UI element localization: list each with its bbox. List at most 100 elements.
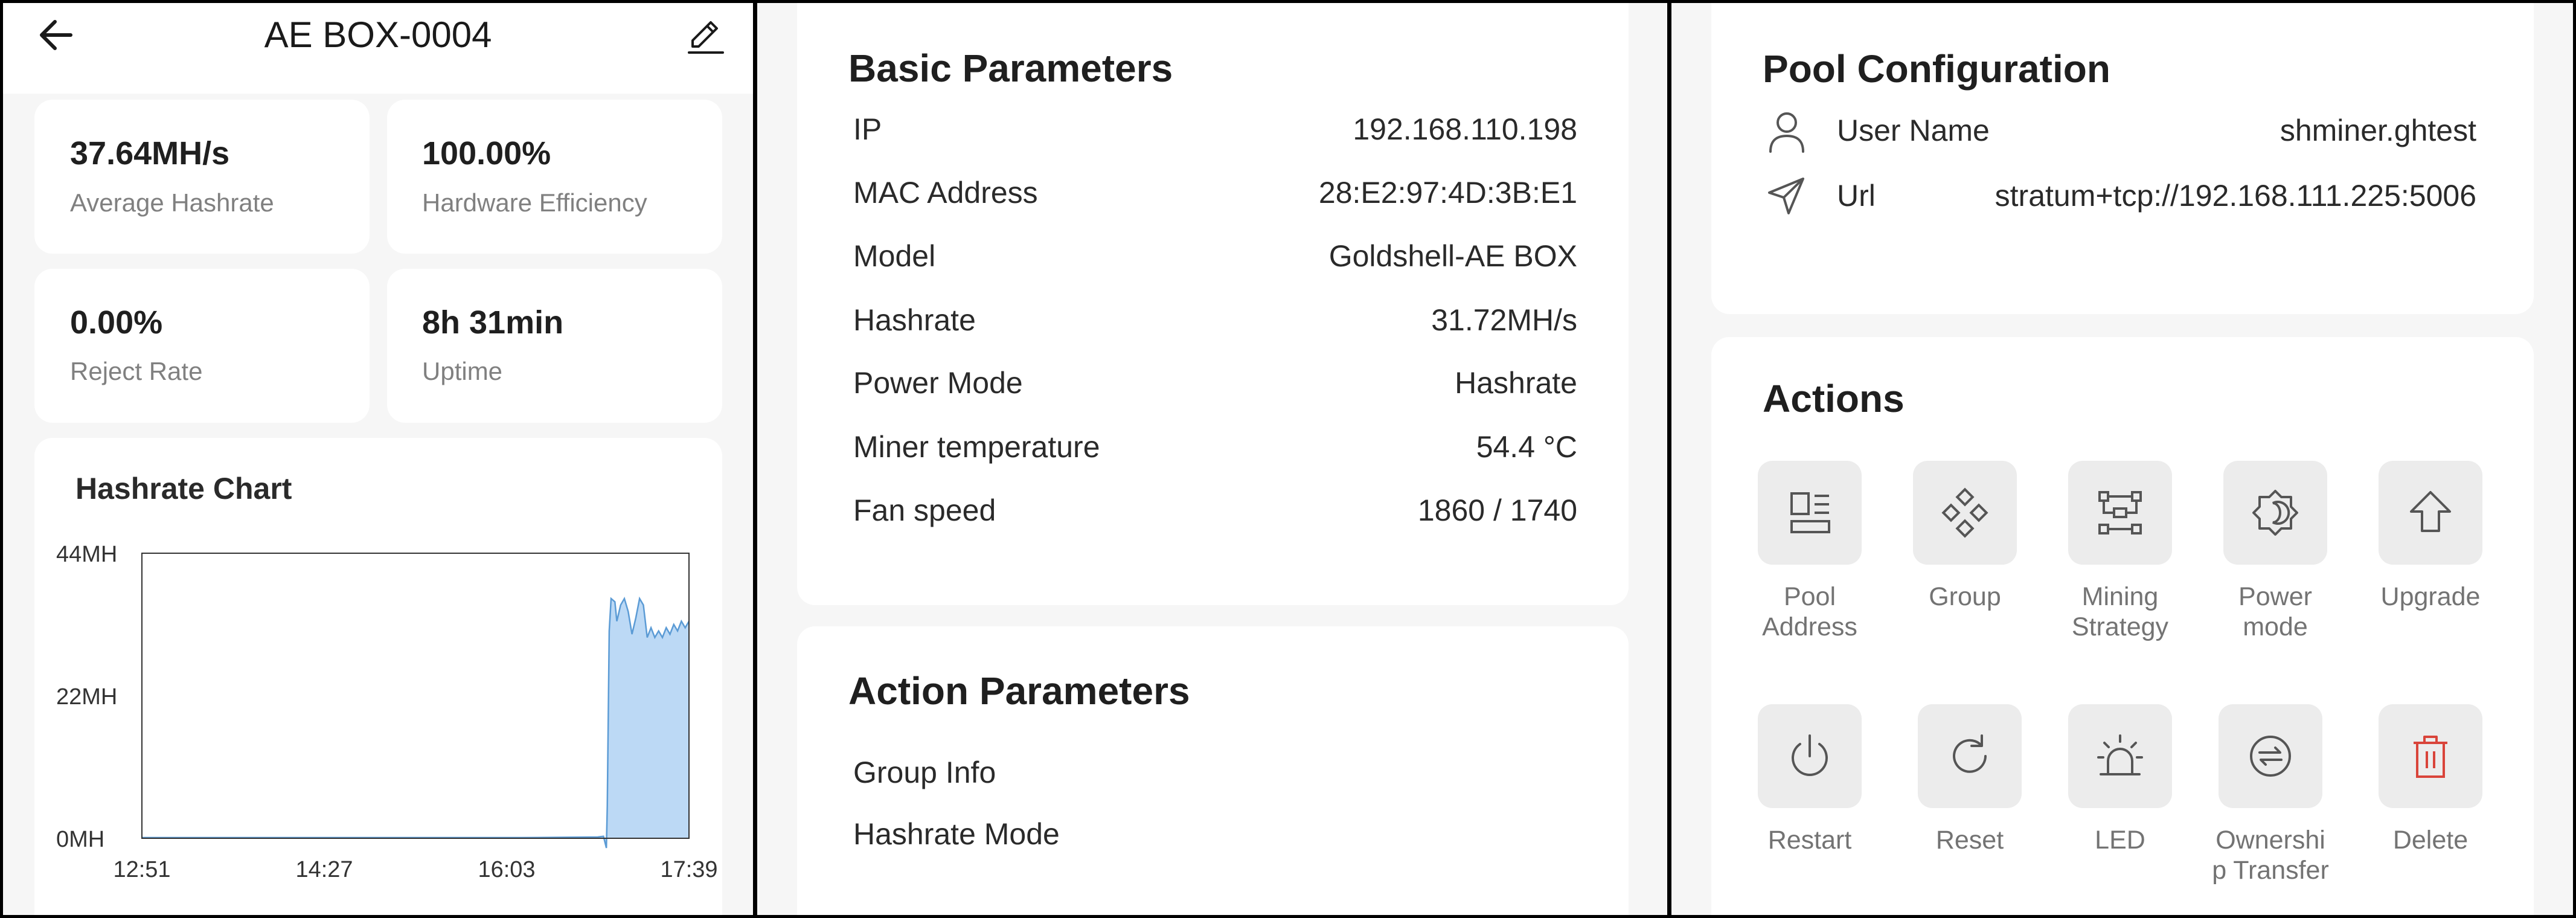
x-tick-label: 16:03 xyxy=(478,857,535,882)
action-label-line: Restart xyxy=(1767,826,1852,855)
action-label-line: Pool xyxy=(1783,582,1836,611)
action-label-line: p Transfer xyxy=(2212,856,2329,885)
send-icon xyxy=(1768,178,1804,214)
reject-rate-label: Reject Rate xyxy=(70,357,203,385)
delete-button[interactable]: Delete xyxy=(2364,704,2497,885)
action-label-line: Group xyxy=(1929,582,2001,611)
action-label-line: Upgrade xyxy=(2380,582,2481,611)
power-mode-tile xyxy=(2223,461,2327,565)
user-name-label: User Name xyxy=(1837,114,1990,147)
action-label-line: LED xyxy=(2095,826,2145,855)
device-title: AE BOX-0004 xyxy=(264,14,492,55)
group-info-item[interactable]: Group Info xyxy=(853,755,996,790)
led-tile xyxy=(2068,704,2172,808)
pool-address-icon xyxy=(1790,492,1830,533)
mining-strategy-label: Mining Strategy xyxy=(2054,582,2187,642)
group-label: Group xyxy=(1898,582,2031,612)
group-button[interactable]: Group xyxy=(1898,461,2031,642)
user-name-row: User Name shminer.ghtest xyxy=(1711,109,2534,158)
x-tick-label: 12:51 xyxy=(113,857,170,882)
ownership-transfer-button[interactable]: Ownershi p Transfer xyxy=(2204,704,2337,885)
average-hashrate-value: 37.64MH/s xyxy=(70,135,230,172)
ip-value: 192.168.110.198 xyxy=(1353,112,1577,146)
y-tick-label: 0MH xyxy=(56,827,104,852)
hashrate-label: Hashrate xyxy=(853,303,976,337)
actions-card: Actions Pool Address Group Mining Strategy Po… xyxy=(1711,337,2534,915)
mining-strategy-button[interactable]: Mining Strategy xyxy=(2054,461,2187,642)
pool-address-tile xyxy=(1758,461,1862,565)
action-label-line: Strategy xyxy=(2071,612,2169,641)
hashrate-chart: 44MH 22MH 0MH 12:51 14:27 16:03 17:39 xyxy=(56,542,718,882)
action-parameters-title: Action Parameters xyxy=(848,669,1190,713)
mining-strategy-tile xyxy=(2068,461,2172,565)
hashrate-series-line xyxy=(142,596,690,849)
upgrade-tile xyxy=(2379,461,2482,565)
pencil-edit-icon xyxy=(688,21,724,54)
group-icon xyxy=(1941,487,1988,538)
upgrade-button[interactable]: Upgrade xyxy=(2364,461,2497,642)
action-label-line: Reset xyxy=(1935,826,2004,855)
parameters-panel: Basic Parameters IP 192.168.110.198 MAC Ad… xyxy=(757,3,1667,915)
uptime-label: Uptime xyxy=(422,357,503,385)
model-value: Goldshell-AE BOX xyxy=(1328,239,1577,273)
restart-label: Restart xyxy=(1743,825,1876,855)
action-label-line: Ownershi xyxy=(2216,826,2325,855)
mac-address-label: MAC Address xyxy=(853,176,1038,210)
hashrate-mode-item[interactable]: Hashrate Mode xyxy=(853,817,1060,852)
hardware-efficiency-label: Hardware Efficiency xyxy=(422,188,647,217)
reset-button[interactable]: Reset xyxy=(1903,704,2036,885)
action-label-line: Power xyxy=(2238,582,2312,611)
ownership-transfer-label: Ownershi p Transfer xyxy=(2204,825,2337,885)
stat-card-uptime: 8h 31min Uptime xyxy=(387,269,722,423)
average-hashrate-label: Average Hashrate xyxy=(70,188,274,217)
reset-icon xyxy=(1953,734,1987,773)
miner-temperature-value: 54.4 °C xyxy=(1476,430,1577,464)
device-overview-panel: AE BOX-0004 37.64MH/s Average Hashrate 1… xyxy=(3,3,753,915)
restart-tile xyxy=(1758,704,1862,808)
reset-label: Reset xyxy=(1903,825,2036,855)
fan-speed-label: Fan speed xyxy=(853,493,996,527)
power-mode-label: Power Mode xyxy=(853,366,1023,400)
restart-button[interactable]: Restart xyxy=(1743,704,1876,885)
power-mode-value: Hashrate xyxy=(1455,366,1577,400)
pool-configuration-title: Pool Configuration xyxy=(1763,47,2110,91)
upgrade-label: Upgrade xyxy=(2364,582,2497,612)
led-button[interactable]: LED xyxy=(2054,704,2187,885)
group-tile xyxy=(1913,461,2017,565)
power-mode-button[interactable]: Power mode xyxy=(2209,461,2342,642)
x-tick-label: 14:27 xyxy=(295,857,353,882)
user-icon xyxy=(1769,112,1804,153)
hashrate-chart-card: Hashrate Chart 44MH 22MH 0MH 12:51 14:27 16:0… xyxy=(34,438,722,915)
pool-configuration-card: Pool Configuration User Name shminer.ght… xyxy=(1711,3,2534,314)
stat-card-hardware-efficiency: 100.00% Hardware Efficiency xyxy=(387,100,722,254)
fan-speed-value: 1860 / 1740 xyxy=(1417,493,1577,527)
delete-tile xyxy=(2379,704,2482,808)
stat-card-reject-rate: 0.00% Reject Rate xyxy=(34,269,370,423)
ownership-transfer-tile xyxy=(2219,704,2322,808)
basic-parameters-title: Basic Parameters xyxy=(848,47,1173,90)
x-tick-label: 17:39 xyxy=(660,857,717,882)
action-label-line: Address xyxy=(1762,612,1857,641)
upgrade-icon xyxy=(2410,491,2451,532)
action-label-line: mode xyxy=(2243,612,2308,641)
delete-label: Delete xyxy=(2364,825,2497,855)
url-label: Url xyxy=(1837,179,1876,213)
user-name-value: shminer.ghtest xyxy=(2280,114,2476,147)
y-tick-label: 44MH xyxy=(56,542,117,567)
url-value: stratum+tcp://192.168.111.225:5006 xyxy=(1994,179,2476,213)
mining-strategy-icon xyxy=(2098,491,2142,534)
hardware-efficiency-value: 100.00% xyxy=(422,135,551,172)
restart-icon xyxy=(1792,734,1828,776)
stat-card-average-hashrate: 37.64MH/s Average Hashrate xyxy=(34,100,370,254)
edit-button[interactable] xyxy=(684,15,726,57)
url-row: Url stratum+tcp://192.168.111.225:5006 xyxy=(1711,173,2534,222)
miner-temperature-label: Miner temperature xyxy=(853,430,1100,464)
pool-address-button[interactable]: Pool Address xyxy=(1743,461,1876,642)
led-icon xyxy=(2097,734,2143,775)
pool-address-label: Pool Address xyxy=(1743,582,1876,642)
action-label-line: Delete xyxy=(2392,826,2469,855)
reset-tile xyxy=(1918,704,2022,808)
hashrate-value: 31.72MH/s xyxy=(1431,303,1577,337)
ip-label: IP xyxy=(853,112,882,146)
reject-rate-value: 0.00% xyxy=(70,304,163,341)
